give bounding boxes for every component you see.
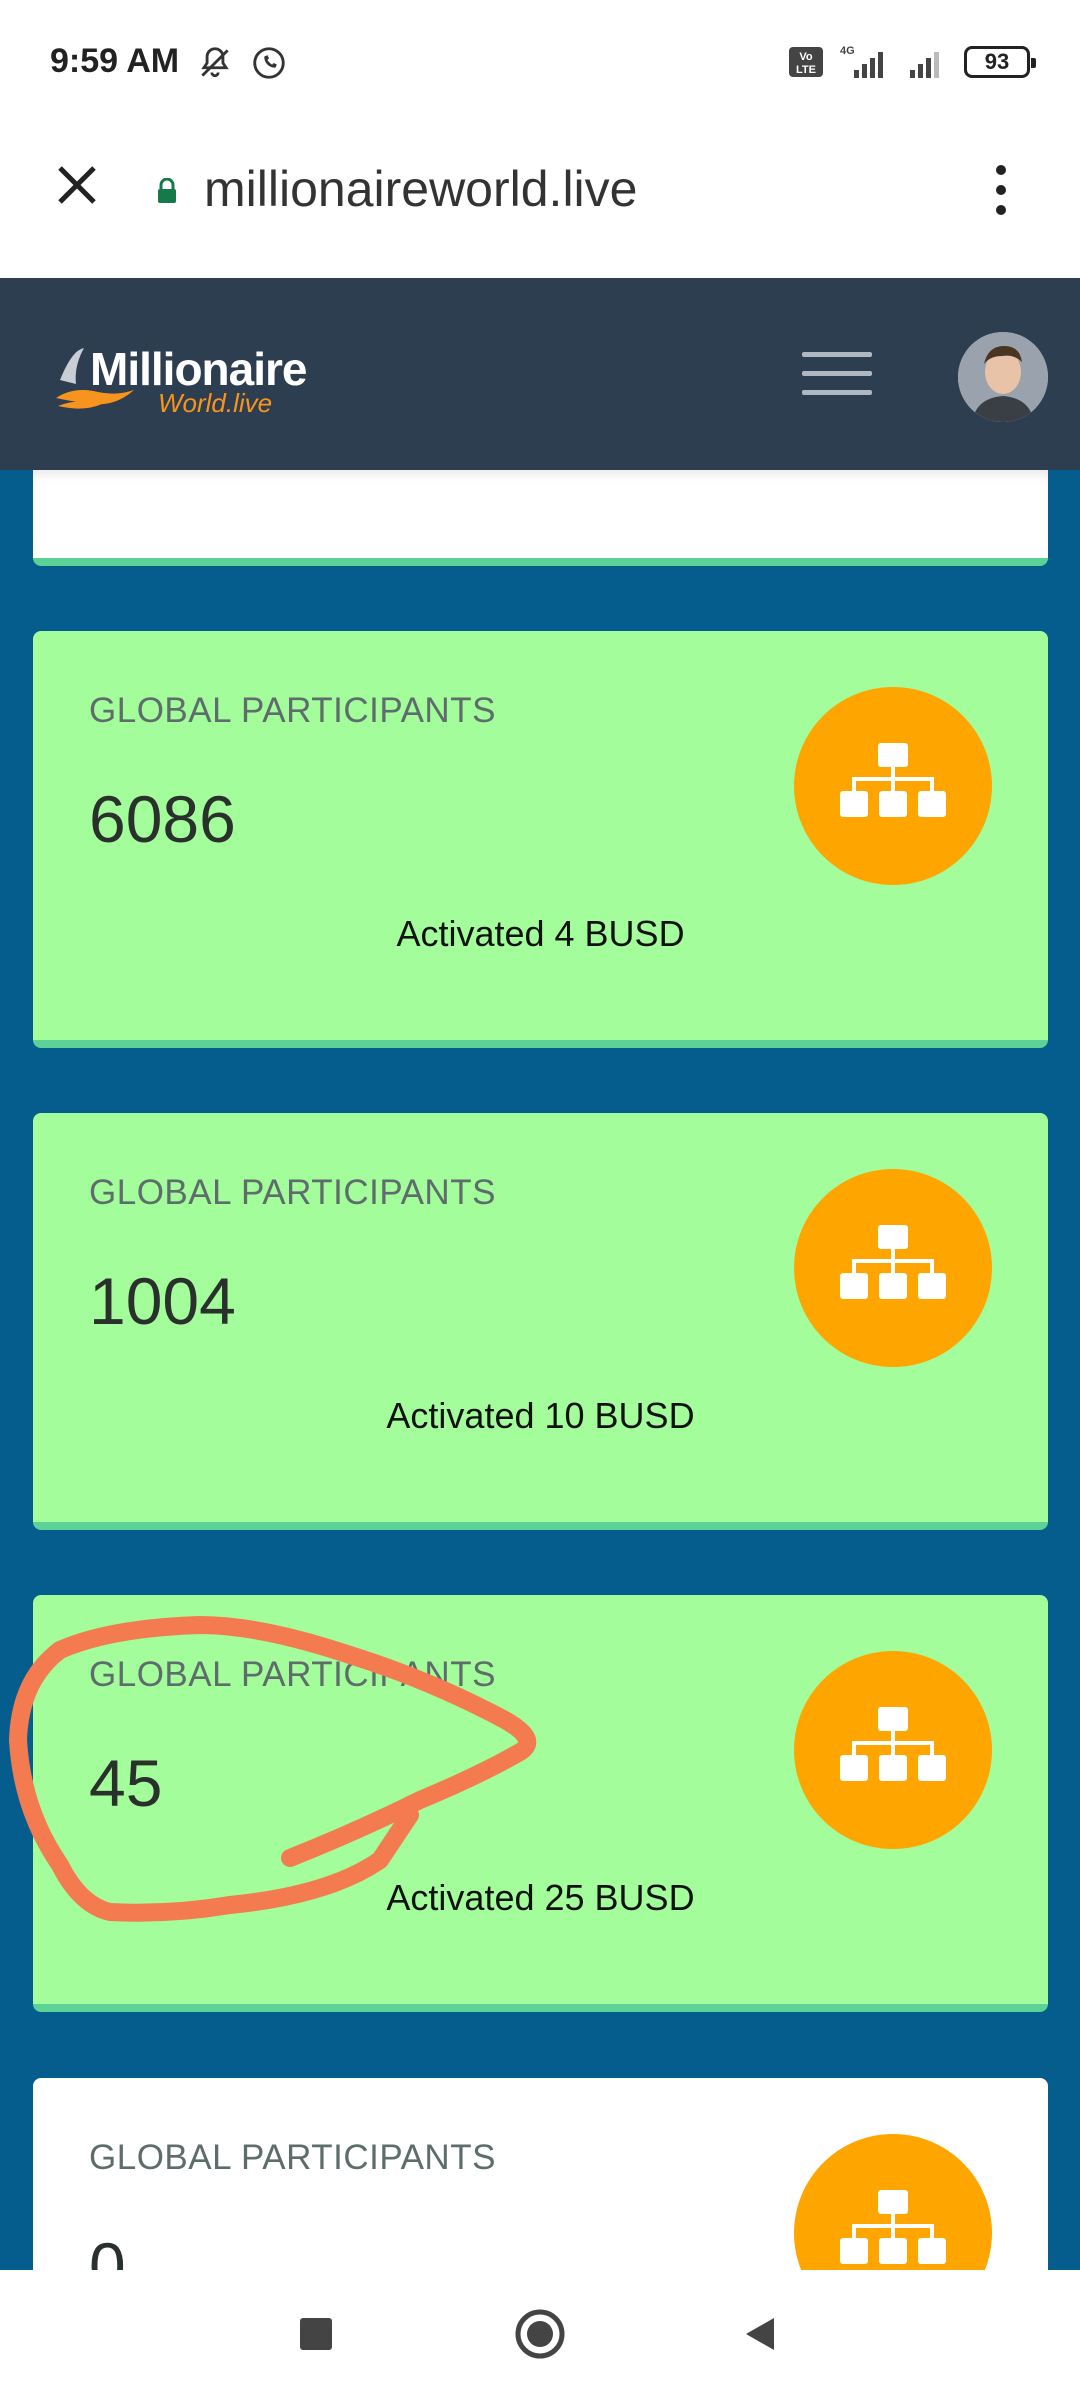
volte-icon: Vo LTE [789,47,823,77]
mute-icon [201,47,229,78]
card-value: 6086 [89,782,236,856]
stat-card-4-busd: GLOBAL PARTICIPANTS 6086 Activated 4 BUS… [33,631,1048,1048]
status-bar: 9:59 AM Vo LTE 4G 93 [0,0,1080,130]
battery-icon: 93 [964,46,1036,78]
home-icon[interactable] [510,2304,570,2364]
recents-icon[interactable] [286,2304,346,2364]
stat-card-10-busd: GLOBAL PARTICIPANTS 1004 Activated 10 BU… [33,1113,1048,1530]
card-subtitle: Activated 25 BUSD [386,1877,695,1918]
svg-text:LTE: LTE [796,64,816,76]
svg-text:4G: 4G [840,45,855,57]
hamburger-menu-icon[interactable] [802,352,872,402]
signal-icon: 4G [840,45,883,78]
card-label: GLOBAL PARTICIPANTS [89,2138,496,2177]
sitemap-icon [794,1169,992,1367]
battery-level: 93 [984,49,1010,74]
signal-icon [910,52,939,78]
avatar-image [958,332,1048,422]
svg-text:Vo: Vo [799,51,813,63]
card-label: GLOBAL PARTICIPANTS [89,1655,496,1694]
card-subtitle: Activated 10 BUSD [386,1395,695,1436]
card-subtitle: Activated 4 BUSD [396,913,685,954]
card-label: GLOBAL PARTICIPANTS [89,691,496,730]
status-icons-right: Vo LTE 4G 93 [788,44,1036,80]
site-logo[interactable]: Millionaire World.live [54,340,324,420]
close-icon[interactable] [52,160,102,210]
logo-text-worldlive: World.live [158,388,273,418]
status-icons-left [196,44,288,82]
lock-icon [158,178,176,203]
card-value: 1004 [89,1264,236,1338]
back-icon[interactable] [730,2304,790,2364]
stat-card-25-busd: GLOBAL PARTICIPANTS 45 Activated 25 BUSD [33,1595,1048,2012]
card-label: GLOBAL PARTICIPANTS [89,1173,496,1212]
more-vert-icon[interactable] [986,162,1016,218]
url-text[interactable]: millionaireworld.live [204,160,637,218]
user-avatar[interactable] [958,332,1048,422]
whatsapp-icon [253,47,285,79]
partial-card-top [33,470,1048,566]
sitemap-icon [794,687,992,885]
card-value: 45 [89,1746,163,1820]
status-time: 9:59 AM [50,42,180,80]
sitemap-icon [794,1651,992,1849]
